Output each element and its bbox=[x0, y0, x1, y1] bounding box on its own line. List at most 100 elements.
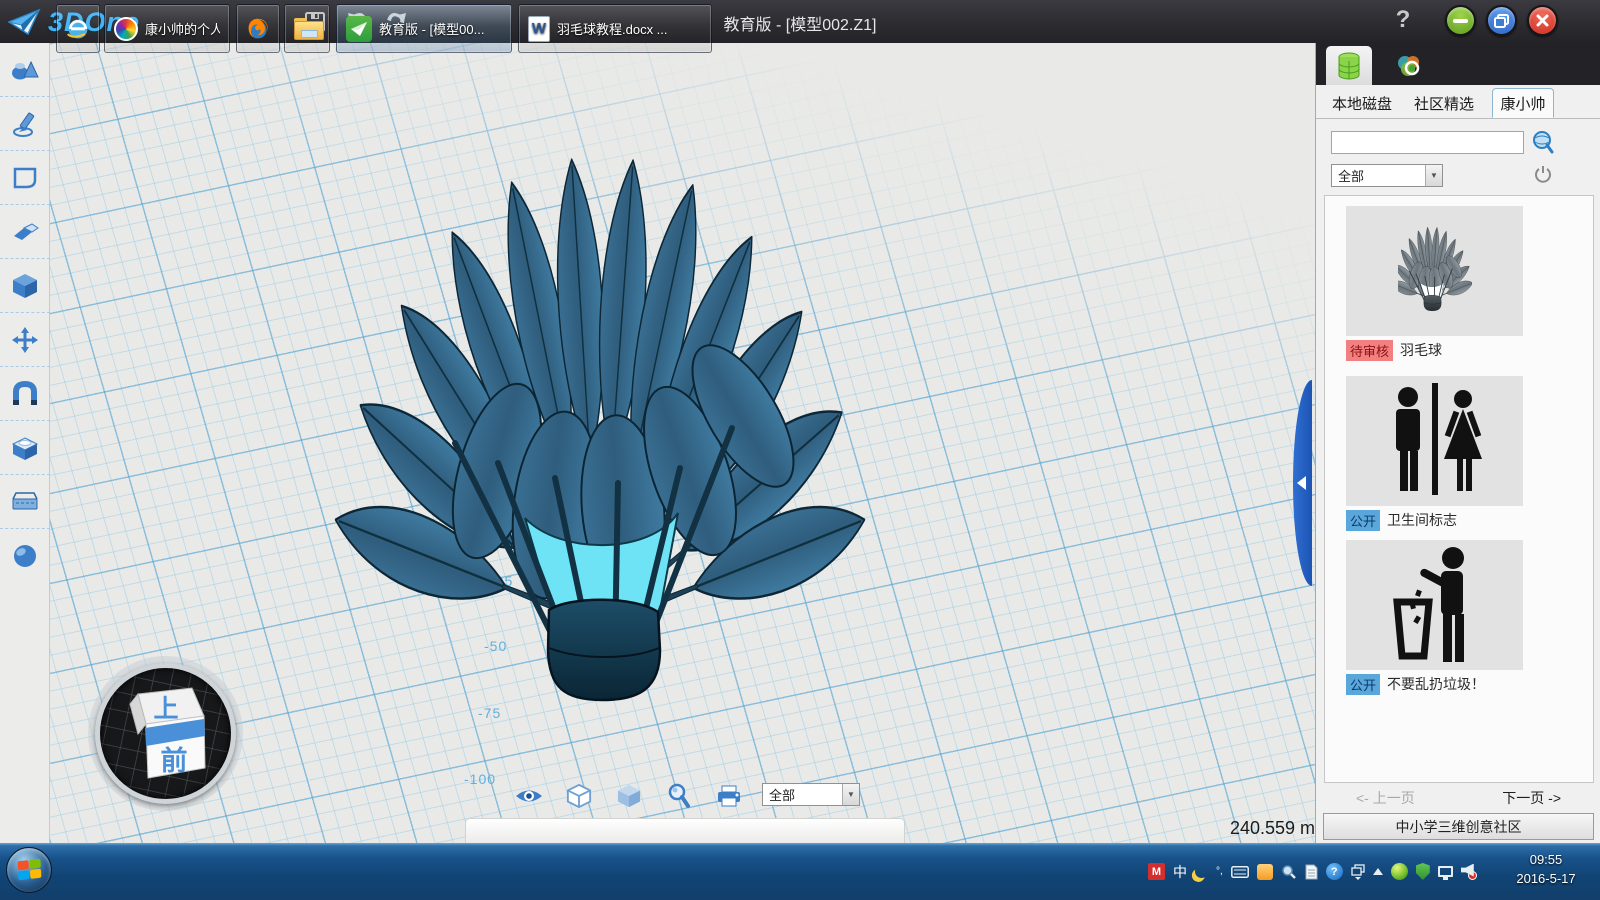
no-littering-icon bbox=[1375, 544, 1495, 666]
ime-mode-indicator[interactable]: °, bbox=[1216, 866, 1223, 877]
taskbar-button-label: 教育版 - [模型00... bbox=[379, 19, 484, 38]
taskbar-button-label: 羽毛球教程.docx ... bbox=[557, 19, 668, 38]
visibility-button[interactable] bbox=[512, 783, 546, 809]
model-card-label: 公开 不要乱扔垃圾！ bbox=[1346, 674, 1485, 694]
solid-cube-icon bbox=[616, 784, 642, 808]
eye-icon bbox=[514, 787, 544, 805]
volume-muted-icon[interactable] bbox=[1461, 864, 1477, 880]
taskbar-firefox-button[interactable] bbox=[236, 4, 280, 53]
window-title: 教育版 - [模型002.Z1] bbox=[724, 11, 877, 35]
help-tray-icon[interactable]: ? bbox=[1326, 863, 1343, 880]
word-icon: W bbox=[528, 16, 550, 42]
move-arrows-icon bbox=[11, 326, 39, 354]
model-card-label: 待审核 羽毛球 bbox=[1346, 340, 1442, 360]
tab-local-library[interactable] bbox=[1326, 46, 1372, 85]
nav-cube[interactable]: 上 前 bbox=[95, 663, 236, 804]
model-name[interactable]: 不要乱扔垃圾！ bbox=[1387, 674, 1485, 694]
refresh-power-button[interactable] bbox=[1534, 165, 1552, 188]
restore-icon bbox=[1494, 14, 1509, 28]
tab-user-kangxiaoshuai[interactable]: 康小帅 bbox=[1492, 88, 1554, 118]
wireframe-display-button[interactable] bbox=[562, 783, 596, 809]
window-switcher-icon[interactable] bbox=[1351, 864, 1365, 880]
pagination: <- 上一页 下一页 -> bbox=[1316, 788, 1600, 808]
network-icon[interactable] bbox=[1438, 866, 1453, 877]
paint-tool-icon[interactable] bbox=[1257, 864, 1273, 880]
ime-indicator[interactable]: 中 bbox=[1173, 862, 1187, 882]
taskbar-button-label: 康小帅的个人创... bbox=[145, 19, 220, 38]
restroom-sign-icon bbox=[1370, 381, 1500, 501]
search-button[interactable] bbox=[1531, 129, 1555, 160]
community-site-button[interactable]: 中小学三维创意社区 bbox=[1323, 813, 1594, 840]
document-icon[interactable] bbox=[1305, 864, 1318, 880]
printer-icon bbox=[716, 784, 742, 808]
special-features-button[interactable] bbox=[0, 259, 50, 313]
chevron-left-icon bbox=[1297, 476, 1306, 490]
model-thumbnail-litter[interactable] bbox=[1346, 540, 1523, 670]
section-box-button[interactable] bbox=[0, 475, 50, 529]
clock-time: 09:55 bbox=[1500, 850, 1592, 869]
internet-explorer-icon bbox=[66, 15, 90, 43]
keyboard-icon[interactable] bbox=[1231, 866, 1249, 878]
model-card-label: 公开 卫生间标志 bbox=[1346, 510, 1457, 530]
wireframe-cube-icon bbox=[566, 783, 592, 809]
next-page-link[interactable]: 下一页 -> bbox=[1502, 788, 1561, 808]
antivirus-ball-icon[interactable] bbox=[1391, 863, 1408, 880]
tab-community-featured[interactable]: 社区精选 bbox=[1408, 88, 1480, 118]
display-filter-dropdown[interactable]: 全部 ▼ bbox=[762, 783, 860, 806]
zoom-button[interactable] bbox=[662, 783, 696, 809]
bottom-panel-edge[interactable] bbox=[465, 818, 905, 843]
primitive-shapes-icon bbox=[10, 57, 40, 83]
tab-divider bbox=[1316, 118, 1600, 119]
cube-icon bbox=[11, 272, 39, 300]
windows-flag-icon bbox=[17, 858, 41, 882]
minimize-button[interactable] bbox=[1445, 5, 1476, 36]
prev-page-link[interactable]: <- 上一页 bbox=[1356, 788, 1415, 808]
combine-cube-icon bbox=[11, 434, 39, 462]
left-toolbar bbox=[0, 43, 50, 900]
tray-m-icon[interactable]: M bbox=[1148, 863, 1165, 880]
help-button[interactable]: ? bbox=[1388, 6, 1418, 34]
taskbar-word-button[interactable]: W 羽毛球教程.docx ... bbox=[518, 4, 712, 53]
show-hidden-icons-button[interactable] bbox=[1373, 868, 1383, 875]
print-button[interactable] bbox=[712, 783, 746, 809]
shaded-display-button[interactable] bbox=[612, 783, 646, 809]
tray-search-icon[interactable] bbox=[1281, 864, 1297, 880]
status-badge: 待审核 bbox=[1346, 340, 1393, 361]
eraser-button[interactable] bbox=[0, 205, 50, 259]
category-filter-dropdown[interactable]: 全部 ▼ bbox=[1331, 164, 1443, 187]
rounded-square-icon bbox=[11, 165, 39, 191]
taskbar-3done-button[interactable]: 教育版 - [模型00... bbox=[336, 4, 512, 53]
paper-plane-logo-icon bbox=[8, 8, 42, 36]
clock-date: 2016-5-17 bbox=[1500, 869, 1592, 888]
model-thumbnail-restroom[interactable] bbox=[1346, 376, 1523, 506]
material-sphere-button[interactable] bbox=[0, 529, 50, 583]
search-globe-icon bbox=[1531, 129, 1555, 155]
tray-clock[interactable]: 09:55 2016-5-17 bbox=[1500, 850, 1592, 888]
section-box-icon bbox=[10, 491, 40, 513]
model-name[interactable]: 羽毛球 bbox=[1400, 340, 1442, 360]
combine-solids-button[interactable] bbox=[0, 421, 50, 475]
chevron-down-icon: ▼ bbox=[1425, 165, 1442, 186]
minus-icon bbox=[1453, 19, 1468, 23]
right-panel: 本地磁盘 社区精选 康小帅 全部 ▼ 待审核 羽毛球 bbox=[1315, 43, 1600, 843]
security-shield-icon[interactable] bbox=[1416, 863, 1430, 880]
taskbar-personal-page-button[interactable]: 康小帅的个人创... bbox=[104, 4, 230, 53]
sketch-draw-button[interactable] bbox=[0, 97, 50, 151]
tab-community-site[interactable] bbox=[1386, 46, 1432, 85]
search-input[interactable] bbox=[1331, 131, 1524, 154]
moon-icon[interactable] bbox=[1194, 864, 1210, 880]
sphere-icon bbox=[11, 542, 39, 570]
move-transform-button[interactable] bbox=[0, 313, 50, 367]
viewport-3d[interactable]: i3DOne.com -25 -50 -75 -100 bbox=[50, 43, 1315, 843]
primitive-shapes-button[interactable] bbox=[0, 43, 50, 97]
close-button[interactable] bbox=[1527, 5, 1558, 36]
model-name[interactable]: 卫生间标志 bbox=[1387, 510, 1457, 530]
start-button[interactable] bbox=[6, 847, 52, 893]
taskbar-explorer-button[interactable] bbox=[284, 4, 330, 53]
restore-button[interactable] bbox=[1486, 5, 1517, 36]
model-thumbnail-badminton[interactable] bbox=[1346, 206, 1523, 336]
tab-local-disk[interactable]: 本地磁盘 bbox=[1326, 88, 1398, 118]
sketch-edit-button[interactable] bbox=[0, 151, 50, 205]
magnet-assembly-button[interactable] bbox=[0, 367, 50, 421]
taskbar-ie-button[interactable] bbox=[56, 4, 100, 53]
